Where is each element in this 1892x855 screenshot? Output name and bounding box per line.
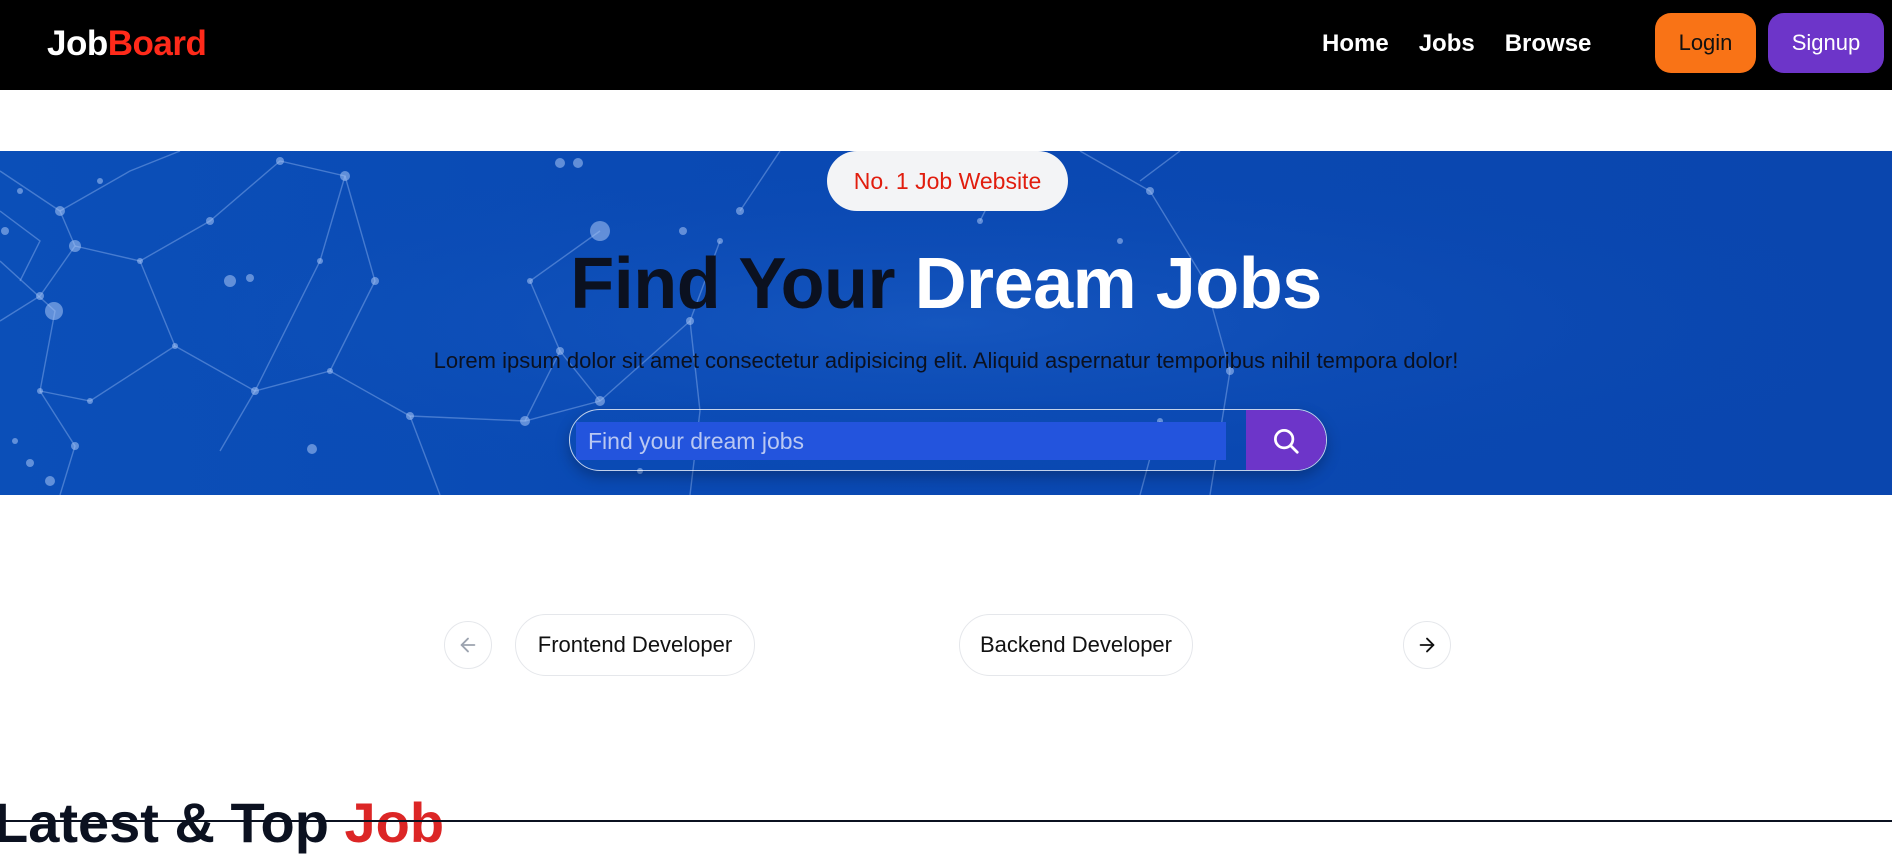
hero-banner: No. 1 Job Website Find Your Dream Jobs L… [0,151,1892,495]
signup-button[interactable]: Signup [1768,13,1884,73]
search-button[interactable] [1246,410,1326,470]
search-input[interactable] [576,422,1226,460]
search-bar [569,409,1327,471]
arrow-left-icon [457,634,479,656]
hero-subtitle: Lorem ipsum dolor sit amet consectetur a… [433,348,1459,373]
nav-link-jobs[interactable]: Jobs [1419,30,1475,58]
hero-title: Find Your Dream Jobs [0,243,1892,325]
logo-text-job: Job [47,24,108,63]
top-badge: No. 1 Job Website [827,151,1068,211]
nav-link-browse[interactable]: Browse [1505,30,1592,58]
carousel-prev-button[interactable] [444,621,492,669]
logo-text-board: Board [107,24,207,63]
carousel-item-frontend[interactable]: Frontend Developer [515,614,755,676]
latest-heading-part-b: Job [344,791,445,854]
latest-heading-part-a: Latest & Top [0,791,345,854]
logo[interactable]: JobBoard [47,24,207,64]
latest-jobs-heading: Latest & Top Job [0,790,444,855]
login-button[interactable]: Login [1655,13,1756,73]
nav-links: Home Jobs Browse [1322,30,1591,58]
hero-title-part-a: Find Your [570,244,915,324]
arrow-right-icon [1416,634,1438,656]
navbar: JobBoard Home Jobs Browse Login Signup [0,0,1892,90]
carousel-next-button[interactable] [1403,621,1451,669]
carousel-item-backend[interactable]: Backend Developer [959,614,1193,676]
hero-title-part-b: Dream Jobs [914,244,1323,324]
nav-link-home[interactable]: Home [1322,30,1389,58]
search-icon [1271,426,1301,456]
